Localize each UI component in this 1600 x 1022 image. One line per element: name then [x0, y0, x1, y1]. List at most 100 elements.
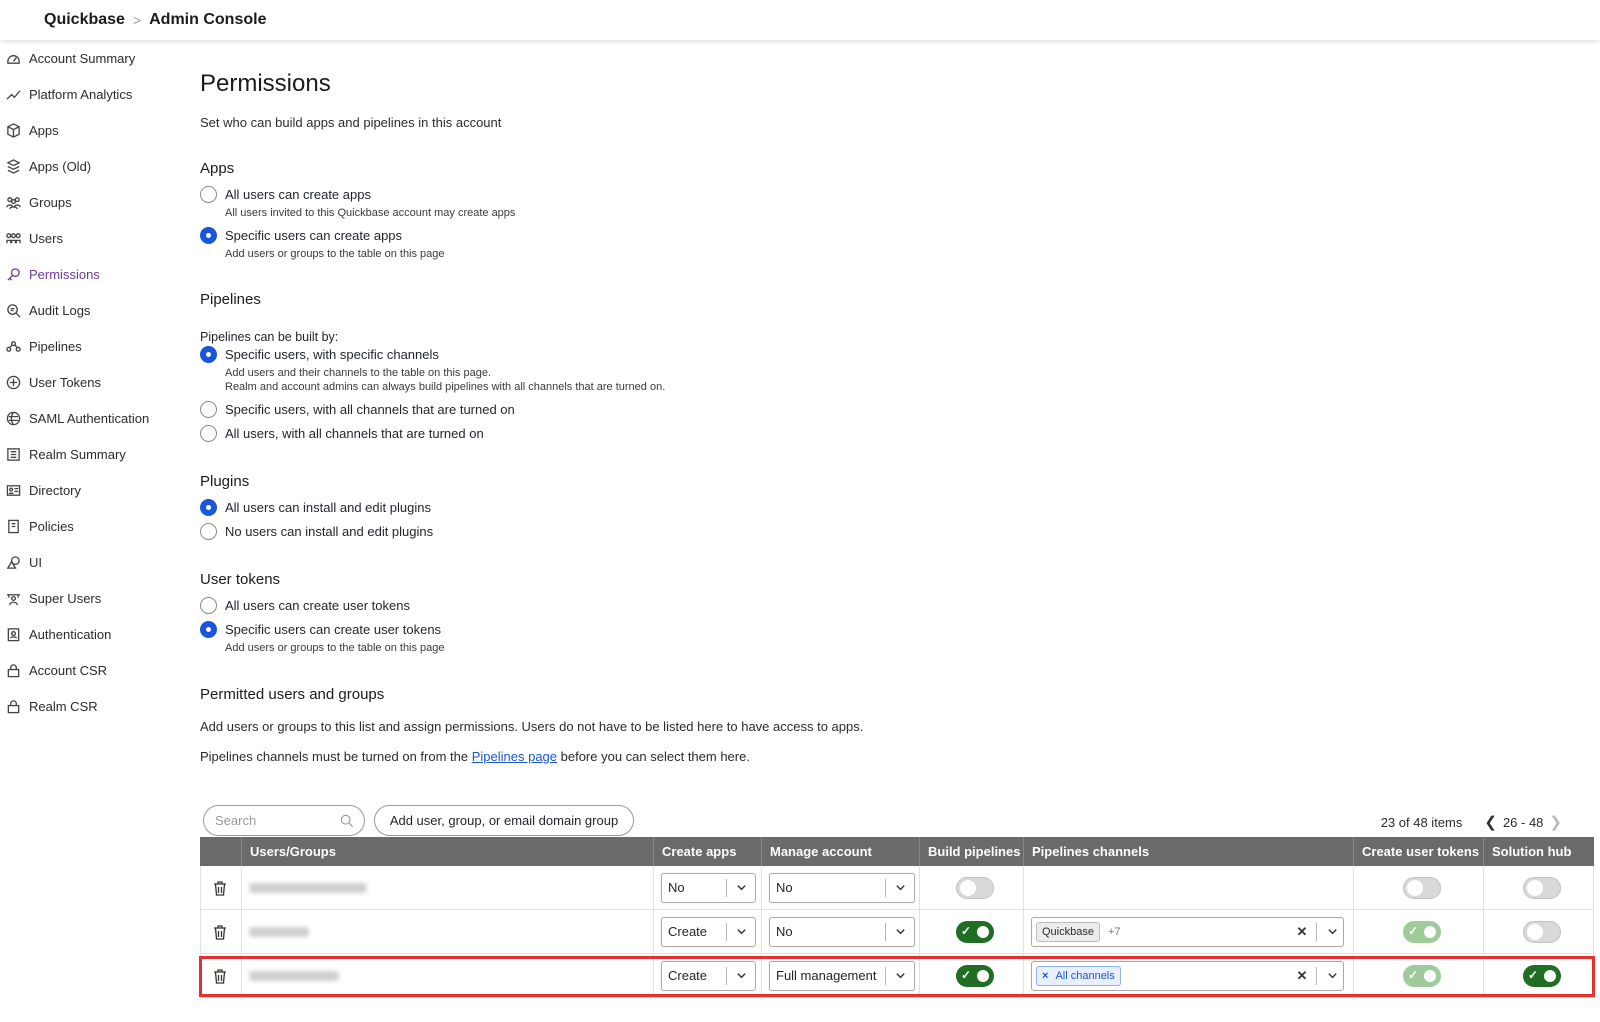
create-user-tokens-toggle[interactable]: ✓ — [1403, 920, 1441, 943]
header-solution-hub[interactable]: Solution hub — [1484, 837, 1594, 866]
shapes-icon — [5, 554, 21, 570]
header-create-apps[interactable]: Create apps — [654, 837, 762, 866]
create-apps-select[interactable]: No — [661, 872, 756, 903]
pipelines-option-specific-all-channels[interactable]: Specific users, with all channels that a… — [200, 401, 515, 418]
apps-option-all-users[interactable]: All users can create apps — [200, 186, 371, 203]
sidebar-item-permissions[interactable]: Permissions — [0, 256, 180, 292]
sidebar-item-account-summary[interactable]: Account Summary — [0, 40, 180, 76]
clear-icon[interactable]: ✕ — [1292, 924, 1312, 940]
pipelines-field-label: Pipelines can be built by: — [200, 330, 339, 344]
radio-button-selected[interactable] — [200, 346, 217, 363]
header-manage-account[interactable]: Manage account — [762, 837, 920, 866]
remove-chip-icon[interactable]: × — [1042, 970, 1048, 982]
radio-button-selected[interactable] — [200, 621, 217, 638]
sidebar-item-account-csr[interactable]: Account CSR — [0, 652, 180, 688]
user-tokens-option-all-users[interactable]: All users can create user tokens — [200, 597, 410, 614]
breadcrumb-current[interactable]: Admin Console — [149, 11, 266, 29]
pipelines-page-link[interactable]: Pipelines page — [472, 749, 557, 764]
sidebar-item-realm-csr[interactable]: Realm CSR — [0, 688, 180, 724]
add-user-group-button[interactable]: Add user, group, or email domain group — [374, 805, 634, 836]
trash-icon[interactable] — [212, 968, 228, 984]
pipelines-channels-multiselect[interactable]: × All channels ✕ — [1031, 960, 1344, 991]
build-pipelines-cell — [920, 865, 1024, 910]
chevron-down-icon[interactable] — [1321, 926, 1343, 937]
sidebar-item-policies[interactable]: Policies — [0, 508, 180, 544]
trash-icon[interactable] — [212, 880, 228, 896]
cube-stack-icon — [5, 158, 21, 174]
plugins-option-all-users[interactable]: All users can install and edit plugins — [200, 499, 431, 516]
sidebar-item-label: Users — [29, 230, 63, 246]
sidebar-item-apps[interactable]: Apps — [0, 112, 180, 148]
build-pipelines-toggle[interactable] — [956, 876, 994, 899]
build-pipelines-toggle[interactable]: ✓ — [956, 964, 994, 987]
header-pipelines-channels[interactable]: Pipelines channels — [1024, 837, 1354, 866]
chevron-down-icon[interactable] — [1321, 970, 1343, 981]
sidebar-item-super-users[interactable]: Super Users — [0, 580, 180, 616]
search-input[interactable] — [215, 813, 333, 828]
header-build-pipelines[interactable]: Build pipelines — [920, 837, 1024, 866]
sidebar-item-saml-authentication[interactable]: SAML Authentication — [0, 400, 180, 436]
create-user-tokens-cell: ✓ — [1354, 953, 1484, 998]
create-user-tokens-cell — [1354, 865, 1484, 910]
sidebar-item-ui[interactable]: UI — [0, 544, 180, 580]
radio-button[interactable] — [200, 425, 217, 442]
user-tokens-option-specific-users[interactable]: Specific users can create user tokens — [200, 621, 441, 638]
chevron-left-icon[interactable]: ❮ — [1484, 813, 1497, 831]
sidebar-item-label: Directory — [29, 482, 82, 498]
clear-icon[interactable]: ✕ — [1292, 968, 1312, 984]
sidebar-item-realm-summary[interactable]: Realm Summary — [0, 436, 180, 472]
pipelines-channels-multiselect[interactable]: Quickbase +7 ✕ — [1031, 916, 1344, 947]
create-user-tokens-toggle[interactable]: ✓ — [1403, 964, 1441, 987]
pipelines-option-specific-channels[interactable]: Specific users, with specific channels — [200, 346, 439, 363]
sidebar-item-directory[interactable]: Directory — [0, 472, 180, 508]
sidebar-item-groups[interactable]: Groups — [0, 184, 180, 220]
sidebar-item-label: Super Users — [29, 590, 102, 606]
plugins-option-no-users[interactable]: No users can install and edit plugins — [200, 523, 433, 540]
brand-logo[interactable]: Quickbase — [44, 11, 125, 29]
pipelines-icon — [5, 338, 21, 354]
sidebar-item-audit-logs[interactable]: Audit Logs — [0, 292, 180, 328]
manage-account-select[interactable]: Full management — [769, 960, 915, 991]
build-pipelines-toggle[interactable]: ✓ — [956, 920, 994, 943]
document-icon — [5, 518, 21, 534]
radio-button[interactable] — [200, 523, 217, 540]
solution-hub-toggle[interactable]: ✓ — [1523, 964, 1561, 987]
sidebar-item-label: Audit Logs — [29, 302, 91, 318]
manage-account-select[interactable]: No — [769, 916, 915, 947]
radio-button[interactable] — [200, 401, 217, 418]
apps-section-title: Apps — [200, 160, 235, 177]
search-field[interactable] — [203, 805, 365, 836]
create-apps-select[interactable]: Create — [661, 960, 756, 991]
user-name-cell — [242, 865, 654, 910]
header-users-groups[interactable]: Users/Groups — [242, 837, 654, 866]
solution-hub-toggle[interactable] — [1523, 920, 1561, 943]
manage-account-select[interactable]: No — [769, 872, 915, 903]
create-user-tokens-toggle[interactable] — [1403, 876, 1441, 899]
radio-button[interactable] — [200, 186, 217, 203]
note-text-after: before you can select them here. — [557, 749, 750, 764]
sidebar-item-authentication[interactable]: Authentication — [0, 616, 180, 652]
channel-chip[interactable]: Quickbase — [1036, 921, 1100, 942]
trash-icon[interactable] — [212, 924, 228, 940]
chevron-right-icon[interactable]: ❯ — [1549, 813, 1562, 831]
pipelines-option-all-users[interactable]: All users, with all channels that are tu… — [200, 425, 484, 442]
lock-icon — [5, 662, 21, 678]
radio-button-selected[interactable] — [200, 499, 217, 516]
radio-label: Specific users can create user tokens — [225, 622, 442, 637]
gauge-icon — [5, 50, 21, 66]
sidebar-item-user-tokens[interactable]: User Tokens — [0, 364, 180, 400]
chevron-down-icon — [727, 970, 755, 981]
search-icon[interactable] — [340, 814, 354, 828]
apps-option-specific-users[interactable]: Specific users can create apps — [200, 227, 402, 244]
channel-chip[interactable]: × All channels — [1036, 965, 1121, 986]
header-create-user-tokens[interactable]: Create user tokens — [1354, 837, 1484, 866]
create-apps-select[interactable]: Create — [661, 916, 756, 947]
sidebar-item-users[interactable]: Users — [0, 220, 180, 256]
sidebar-item-apps-old[interactable]: Apps (Old) — [0, 148, 180, 184]
radio-label: Specific users, with specific channels — [225, 347, 439, 362]
solution-hub-toggle[interactable] — [1523, 876, 1561, 899]
sidebar-item-platform-analytics[interactable]: Platform Analytics — [0, 76, 180, 112]
sidebar-item-pipelines[interactable]: Pipelines — [0, 328, 180, 364]
radio-button-selected[interactable] — [200, 227, 217, 244]
radio-button[interactable] — [200, 597, 217, 614]
